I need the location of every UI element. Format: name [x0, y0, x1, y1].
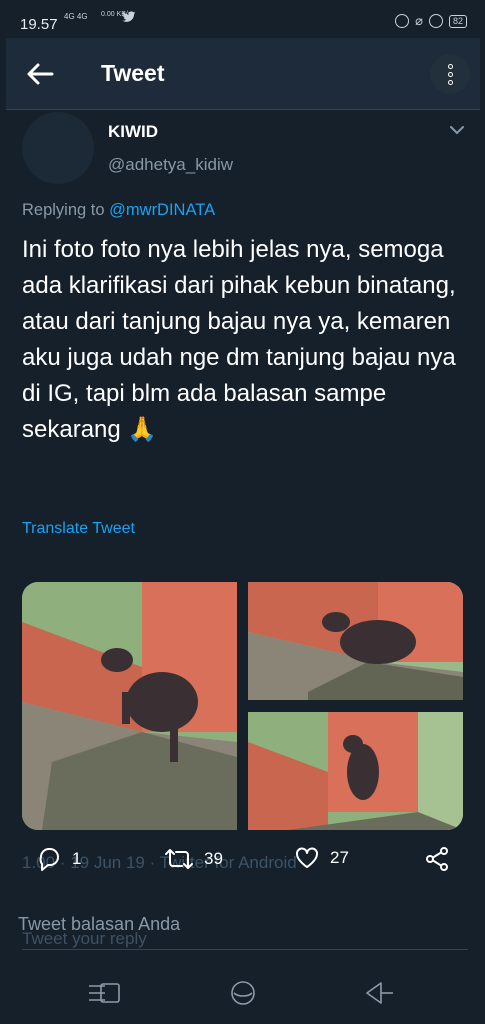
back-triangle-icon [366, 982, 393, 1004]
more-vertical-icon-dot [447, 71, 453, 77]
chevron-down-icon [450, 126, 464, 135]
more-vertical-icon-dot [447, 79, 453, 85]
mute-icon: ⌀ [415, 13, 423, 28]
signal-indicator: 4G 4G [64, 12, 88, 21]
replying-mention-link[interactable]: @mwrDINATA [109, 201, 215, 219]
heart-icon [296, 847, 318, 868]
tweet-photo-2[interactable] [248, 582, 463, 700]
author-name[interactable]: KIWID [108, 122, 158, 142]
translate-tweet-link[interactable]: Translate Tweet [22, 520, 135, 538]
tweet-options-button[interactable] [449, 122, 465, 140]
retweet-button[interactable]: 39 [164, 846, 223, 872]
status-icons: ⌀ 82 [395, 13, 467, 29]
home-icon [231, 981, 255, 1005]
arrow-left-icon [27, 63, 54, 85]
tweet-media-grid [22, 582, 463, 830]
reply-button[interactable]: 1 [36, 846, 81, 872]
share-button[interactable] [424, 846, 450, 872]
tweet-photo-1[interactable] [22, 582, 237, 830]
back-button[interactable] [20, 54, 60, 94]
like-count: 27 [330, 848, 349, 867]
location-icon [428, 14, 443, 28]
reply-count: 1 [72, 849, 82, 868]
menu-icon [89, 983, 120, 1003]
tweet-photo-3[interactable] [248, 712, 463, 830]
more-options-button[interactable] [430, 54, 470, 94]
system-navbar [0, 962, 485, 1024]
retweet-icon [165, 849, 193, 869]
share-icon [426, 847, 448, 871]
replying-to: Replying to @mwrDINATA [22, 201, 215, 220]
tweet-actions: 1 39 27 [22, 846, 463, 878]
nav-home-button[interactable] [225, 978, 261, 1008]
retweet-count: 39 [204, 849, 223, 868]
like-button[interactable]: 27 [294, 846, 349, 870]
status-bar: 19.57 4G 4G 0.00 KB/s ⌀ 82 [0, 0, 485, 38]
twitter-bird-icon [122, 10, 136, 26]
reply-input[interactable] [22, 928, 468, 950]
tweet-text: Ini foto foto nya lebih jelas nya, semog… [22, 236, 456, 443]
nav-back-button[interactable] [362, 978, 398, 1008]
nav-menu-button[interactable] [86, 978, 122, 1008]
status-time: 19.57 [20, 16, 58, 33]
alarm-icon [395, 14, 410, 28]
more-vertical-icon-dot [447, 63, 453, 69]
author-handle[interactable]: @adhetya_kidiw [108, 155, 233, 175]
app-header: Tweet [6, 38, 480, 110]
battery-indicator: 82 [448, 14, 467, 28]
avatar[interactable] [22, 112, 94, 184]
comment-icon [39, 848, 59, 871]
page-title: Tweet [101, 60, 165, 86]
replying-prefix: Replying to [22, 201, 105, 219]
